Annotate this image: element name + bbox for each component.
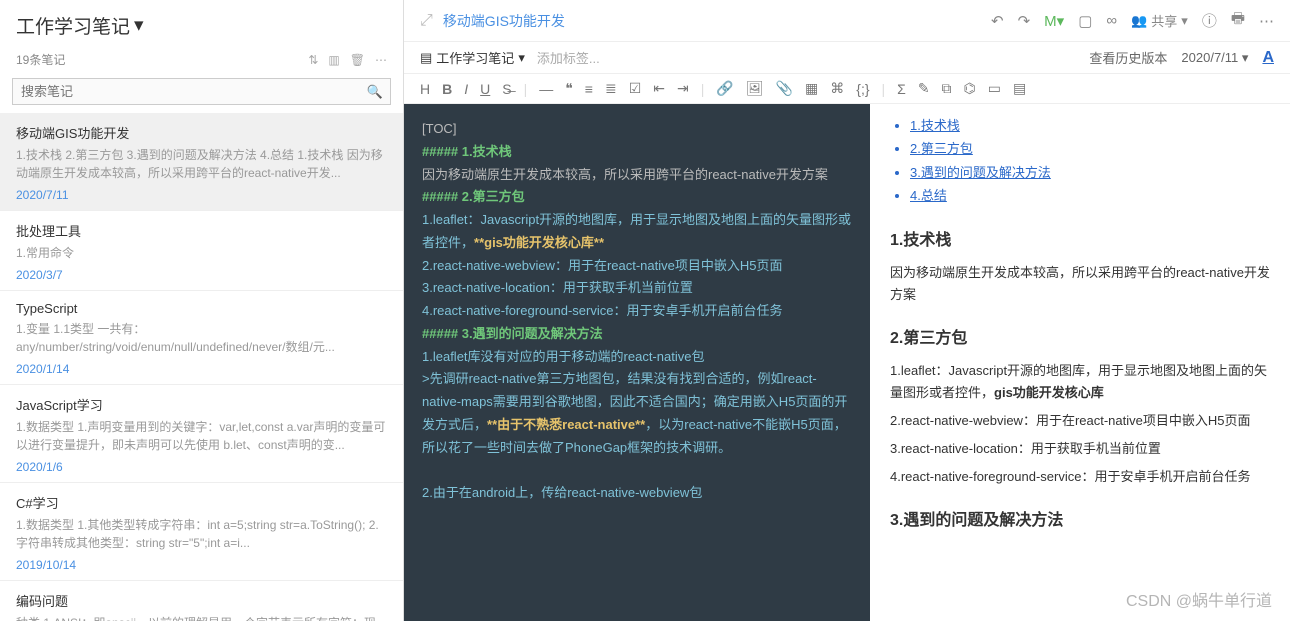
note-date: 2020/7/11 xyxy=(16,188,387,202)
note-date: 2019/10/14 xyxy=(16,558,387,572)
preview-heading: 2.第三方包 xyxy=(890,324,1270,348)
note-date: 2020/1/14 xyxy=(16,362,387,376)
note-list: 移动端GIS功能开发 1.技术栈 2.第三方包 3.遇到的问题及解决方法 4.总结… xyxy=(0,113,403,621)
doc-title[interactable]: 移动端GIS功能开发 xyxy=(443,11,565,31)
toc-link[interactable]: 4.总结 xyxy=(910,188,947,203)
more-icon[interactable]: ⋯ xyxy=(1259,12,1274,30)
note-item[interactable]: 批处理工具 1.常用命令 2020/3/7 xyxy=(0,211,403,291)
hr-icon[interactable]: — xyxy=(539,81,553,97)
preview-text: 3.react-native-location：用于获取手机当前位置 xyxy=(890,438,1270,460)
underline-icon[interactable]: U xyxy=(480,81,490,97)
markdown-source[interactable]: [TOC] ##### 1.技术栈 因为移动端原生开发成本较高，所以采用跨平台的… xyxy=(404,104,870,621)
print-icon[interactable]: 🖶 xyxy=(1231,8,1245,33)
note-snippet: 1.数据类型 1.声明变量用到的关键字：var,let,const a.var声… xyxy=(16,418,387,454)
doc-date[interactable]: 2020/7/11 ▾ xyxy=(1181,50,1248,66)
chevron-down-icon: ▾ xyxy=(134,14,144,37)
note-title: JavaScript学习 xyxy=(16,395,387,414)
preview-text: 4.react-native-foreground-service：用于安卓手机… xyxy=(890,466,1270,488)
main-area: ⤢ 移动端GIS功能开发 ↶ ↷ M▾ ▢ ∞ 👥 共享 ▾ ⓘ 🖶 ⋯ ▤ 工… xyxy=(404,0,1290,621)
note-item[interactable]: C#学习 1.数据类型 1.其他类型转成字符串：int a=5;string st… xyxy=(0,483,403,581)
note-item[interactable]: JavaScript学习 1.数据类型 1.声明变量用到的关键字：var,let,… xyxy=(0,385,403,483)
search-icon[interactable]: 🔍 xyxy=(367,84,383,100)
note-count: 19条笔记 xyxy=(16,51,308,68)
note-date: 2020/1/6 xyxy=(16,460,387,474)
note-title: 移动端GIS功能开发 xyxy=(16,123,387,142)
more-format-icon[interactable]: ▤ xyxy=(1013,80,1026,97)
note-title: C#学习 xyxy=(16,493,387,512)
undo-icon[interactable]: ↶ xyxy=(991,12,1004,30)
preview-text: 2.react-native-webview：用于在react-native项目… xyxy=(890,410,1270,432)
quote-icon[interactable]: ❝ xyxy=(565,80,573,97)
italic-icon[interactable]: I xyxy=(464,81,468,97)
trash-icon[interactable]: 🗑 xyxy=(350,53,365,67)
note-title: 批处理工具 xyxy=(16,221,387,240)
share-button[interactable]: 👥 共享 ▾ xyxy=(1131,11,1188,30)
notebook-icon: ▤ xyxy=(420,50,432,66)
layout-icon[interactable]: ▥ xyxy=(328,53,339,67)
note-snippet: 1.变量 1.1类型 一共有：any/number/string/void/en… xyxy=(16,320,387,356)
notebook-title-text: 工作学习笔记 xyxy=(16,12,130,39)
chevron-down-icon: ▾ xyxy=(518,50,525,66)
code-icon[interactable]: ⌘ xyxy=(830,80,844,97)
notebook-title[interactable]: 工作学习笔记 ▾ xyxy=(0,0,403,47)
search-input[interactable] xyxy=(12,78,391,105)
markdown-mode-icon[interactable]: M▾ xyxy=(1044,12,1064,30)
preview-heading: 1.技术栈 xyxy=(890,226,1270,250)
formula-icon[interactable]: Σ xyxy=(897,81,906,97)
note-snippet: 1.技术栈 2.第三方包 3.遇到的问题及解决方法 4.总结 1.技术栈 因为移… xyxy=(16,146,387,182)
note-item[interactable]: TypeScript 1.变量 1.1类型 一共有：any/number/stri… xyxy=(0,291,403,385)
sidebar: 工作学习笔记 ▾ 19条笔记 ⇅ ▥ 🗑 ⋯ 🔍 移动端GIS功能开发 1.技术栈… xyxy=(0,0,404,621)
toc-link[interactable]: 2.第三方包 xyxy=(910,141,973,156)
heading-icon[interactable]: H xyxy=(420,81,430,97)
preview-heading: 3.遇到的问题及解决方法 xyxy=(890,506,1270,530)
share-icon[interactable]: ∞ xyxy=(1106,12,1117,29)
note-date: 2020/3/7 xyxy=(16,268,387,282)
more-icon[interactable]: ⋯ xyxy=(375,53,387,67)
ol-icon[interactable]: ≡ xyxy=(585,81,593,97)
indent-icon[interactable]: ⇥ xyxy=(677,80,689,97)
flow-icon[interactable]: ⌬ xyxy=(964,80,976,97)
note-item[interactable]: 移动端GIS功能开发 1.技术栈 2.第三方包 3.遇到的问题及解决方法 4.总结… xyxy=(0,113,403,211)
attach-icon[interactable]: 📎 xyxy=(776,80,793,97)
sort-icon[interactable]: ⇅ xyxy=(308,53,318,67)
diagram-icon[interactable]: ✎ xyxy=(918,80,930,97)
breadcrumb[interactable]: ▤ 工作学习笔记 ▾ xyxy=(420,48,525,67)
preview-text: 1.leaflet：Javascript开源的地图库，用于显示地图及地图上面的矢… xyxy=(890,360,1270,404)
toc-link[interactable]: 1.技术栈 xyxy=(910,118,960,133)
note-title: 编码问题 xyxy=(16,591,387,610)
outdent-icon[interactable]: ⇤ xyxy=(653,80,665,97)
expand-icon[interactable]: ⤢ xyxy=(420,12,433,30)
note-item[interactable]: 编码问题种类 1.ANSI：即anscii，以前的理解是用一个字节表示所有字符；… xyxy=(0,581,403,621)
redo-icon[interactable]: ↷ xyxy=(1018,12,1031,30)
history-link[interactable]: 查看历史版本 xyxy=(1089,48,1167,67)
link-icon[interactable]: 🔗 xyxy=(716,80,733,97)
bold-icon[interactable]: B xyxy=(442,81,452,97)
ul-icon[interactable]: ≣ xyxy=(605,80,617,97)
toc: 1.技术栈 2.第三方包 3.遇到的问题及解决方法 4.总结 xyxy=(910,114,1270,208)
note-snippet: 1.数据类型 1.其他类型转成字符串：int a=5;string str=a.… xyxy=(16,516,387,552)
present-icon[interactable]: ▢ xyxy=(1078,12,1092,30)
format-toolbar: H B I U S̶ | — ❝ ≡ ≣ ☑ ⇤ ⇥ | 🔗 🖼 📎 ▦ ⌘ {… xyxy=(404,74,1290,104)
toc-link[interactable]: 3.遇到的问题及解决方法 xyxy=(910,165,1051,180)
codeblock-icon[interactable]: {;} xyxy=(856,81,869,97)
note-snippet: 种类 1.ANSI：即anscii，以前的理解是用一个字节表示所有字符；现在的理… xyxy=(16,614,387,621)
table-icon[interactable]: ▦ xyxy=(805,80,818,97)
markdown-preview: 1.技术栈 2.第三方包 3.遇到的问题及解决方法 4.总结 1.技术栈 因为移… xyxy=(870,104,1290,621)
toc-icon[interactable]: ▭ xyxy=(988,80,1001,97)
strike-icon[interactable]: S̶ xyxy=(502,81,511,97)
checklist-icon[interactable]: ☑ xyxy=(629,80,642,97)
preview-text: 因为移动端原生开发成本较高，所以采用跨平台的react-native开发方案 xyxy=(890,262,1270,306)
note-snippet: 1.常用命令 xyxy=(16,244,387,262)
image-icon[interactable]: 🖼 xyxy=(746,80,764,97)
chart-icon[interactable]: ⧉ xyxy=(942,80,952,97)
info-icon[interactable]: ⓘ xyxy=(1202,10,1217,31)
note-title: TypeScript xyxy=(16,301,387,316)
text-color-icon[interactable]: A xyxy=(1262,49,1274,67)
add-tag[interactable]: 添加标签... xyxy=(537,48,600,67)
